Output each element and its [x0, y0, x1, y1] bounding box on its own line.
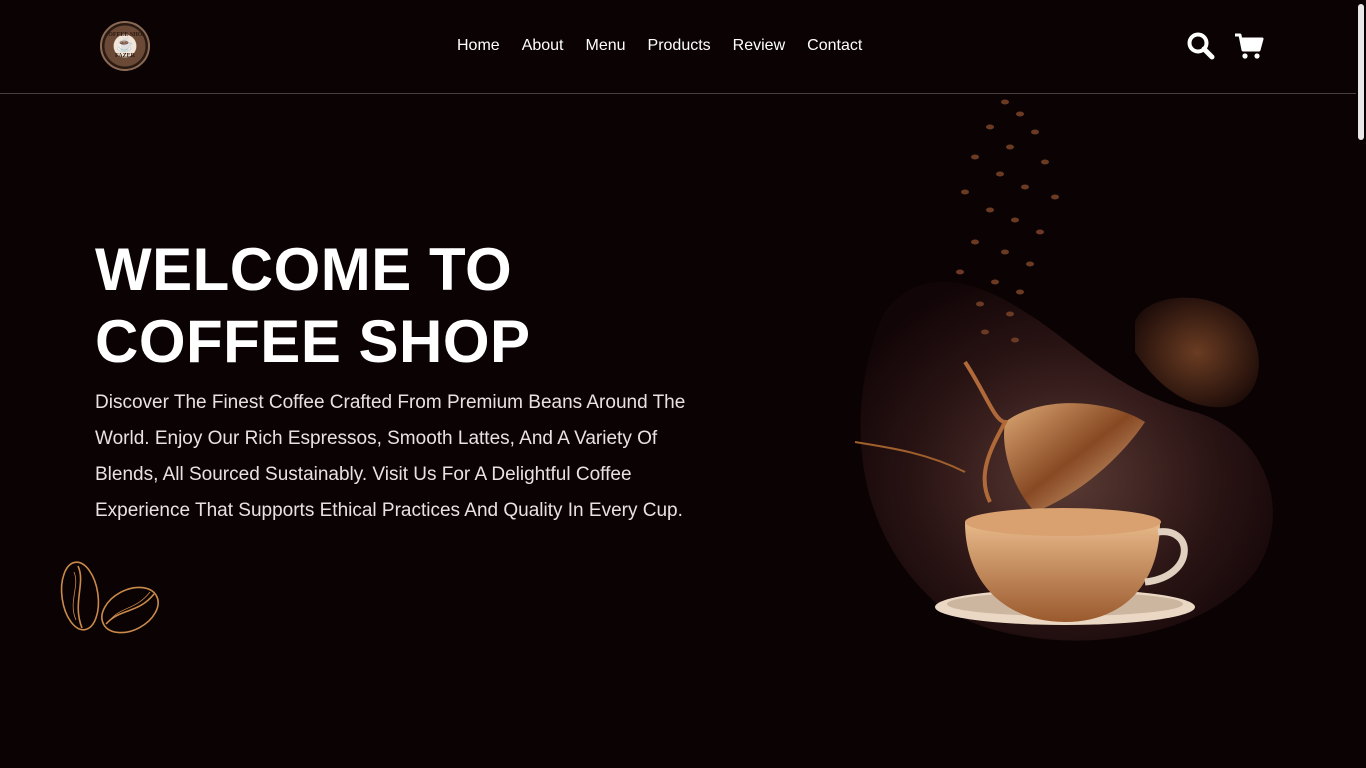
page-scrollbar[interactable] — [1356, 0, 1366, 768]
main-nav: Home About Menu Products Review Contact — [457, 36, 862, 58]
hero-title-line-1: WELCOME TO — [95, 236, 513, 303]
nav-review[interactable]: Review — [733, 36, 785, 58]
logo-text: COFFEE SHOP ☕ FAZER — [103, 32, 147, 59]
nav-menu[interactable]: Menu — [586, 36, 626, 58]
nav-home[interactable]: Home — [457, 36, 500, 58]
hero-title-line-2: COFFEE SHOP — [95, 308, 531, 375]
coffee-shop-logo[interactable]: COFFEE SHOP ☕ FAZER — [100, 21, 150, 71]
coffee-beans-illustration — [60, 561, 159, 634]
scrollbar-thumb[interactable] — [1358, 4, 1364, 140]
site-header: COFFEE SHOP ☕ FAZER Home About Menu Prod… — [0, 0, 1366, 94]
hero-description: Discover The Finest Coffee Crafted From … — [95, 392, 686, 521]
nav-about[interactable]: About — [522, 36, 564, 58]
coffee-splash-image — [854, 99, 1273, 641]
cart-button[interactable] — [1234, 31, 1264, 61]
nav-products[interactable]: Products — [648, 36, 711, 58]
hero-title: WELCOME TO COFFEE SHOP — [95, 234, 695, 378]
search-icon — [1187, 32, 1215, 60]
cart-icon — [1235, 33, 1264, 59]
search-button[interactable] — [1186, 31, 1216, 61]
nav-contact[interactable]: Contact — [807, 36, 862, 58]
